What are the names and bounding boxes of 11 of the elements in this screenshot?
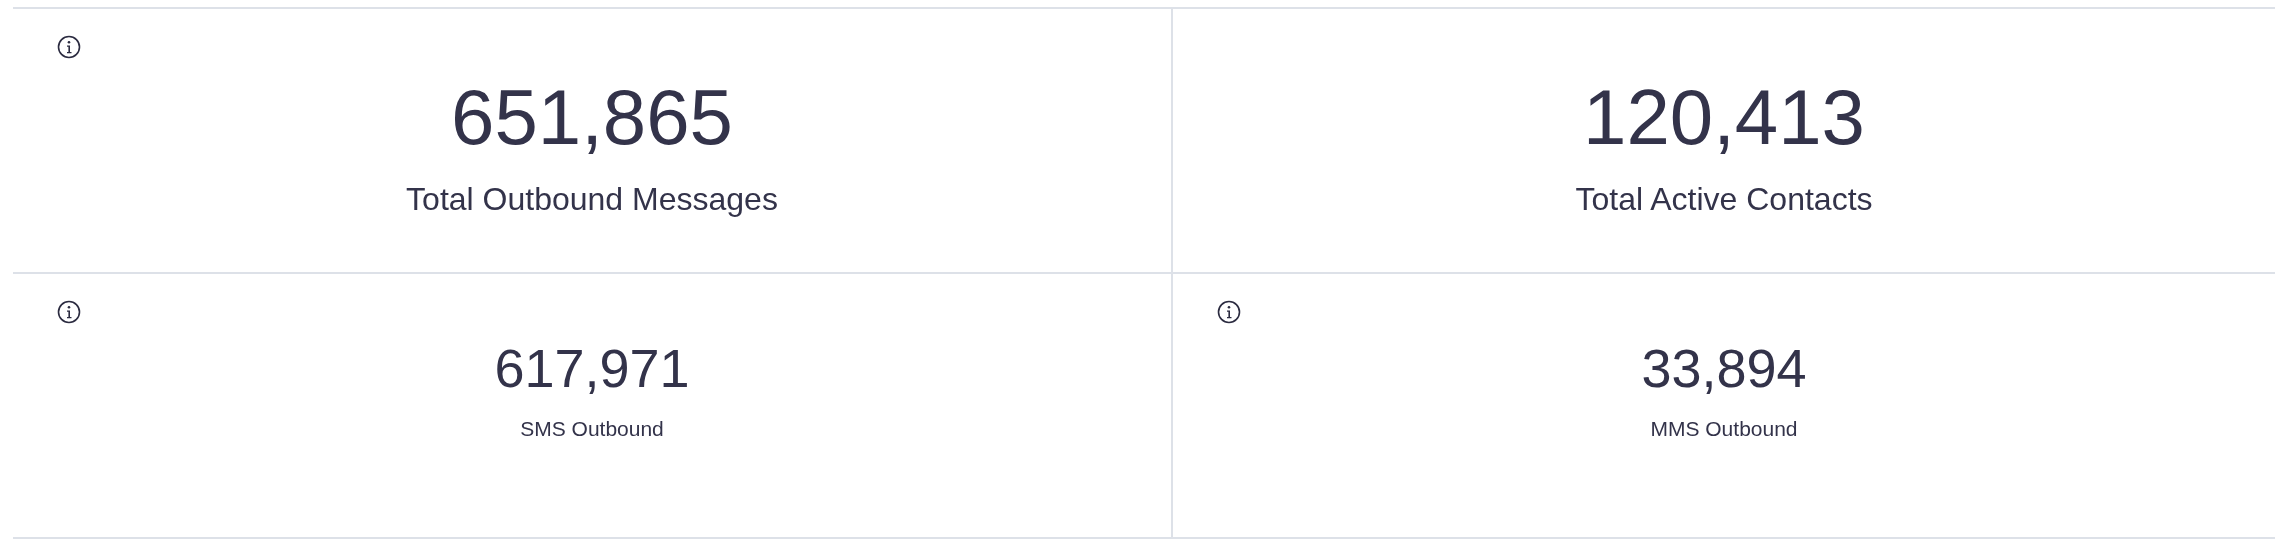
metric-value: 33,894 (1641, 341, 1807, 395)
metric-value: 651,865 (451, 78, 733, 156)
info-icon[interactable] (57, 35, 81, 59)
metric-label: MMS Outbound (1650, 416, 1798, 441)
metric-value: 617,971 (494, 341, 690, 395)
metric-label: Total Outbound Messages (406, 180, 778, 218)
metric-value: 120,413 (1583, 78, 1865, 156)
metric-label: SMS Outbound (520, 416, 664, 441)
info-icon[interactable] (57, 300, 81, 324)
metric-label: Total Active Contacts (1575, 180, 1873, 218)
info-icon[interactable] (1217, 300, 1241, 324)
